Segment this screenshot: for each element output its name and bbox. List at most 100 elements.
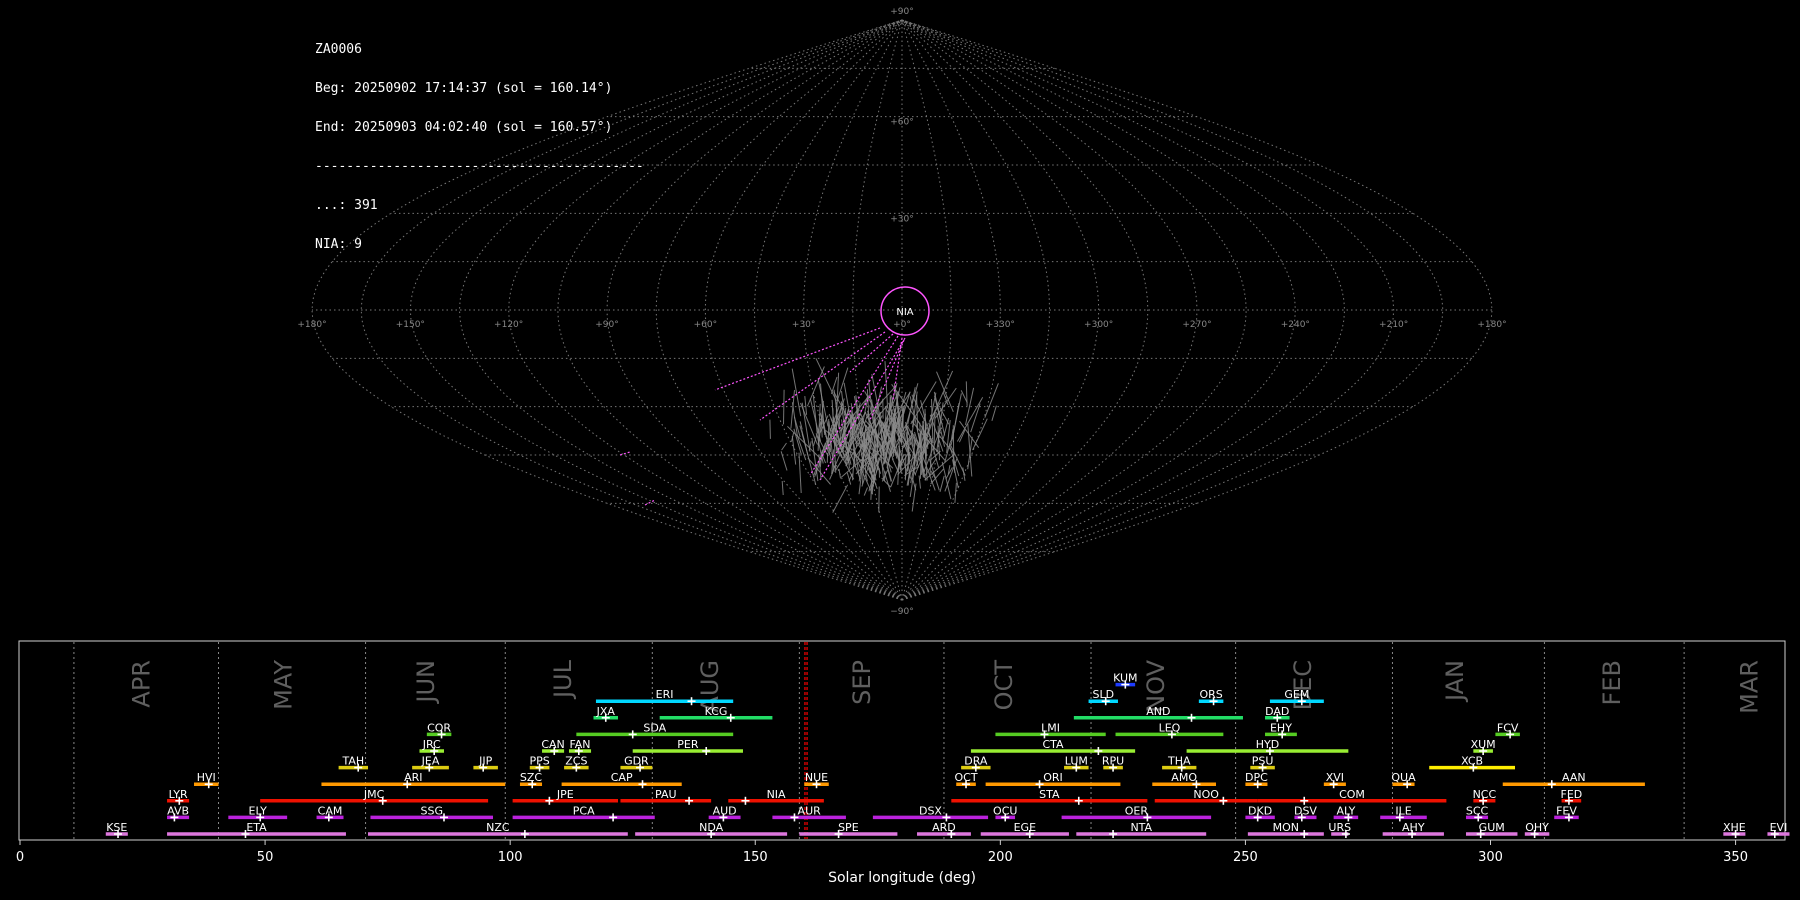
month-label: OCT (990, 660, 1018, 711)
shower-code-label: NTA (1130, 821, 1152, 834)
lon-tick-label: +180° (297, 320, 326, 330)
shower-code-label: ARD (932, 821, 956, 834)
meteor-track (790, 390, 795, 429)
shower-gdr: GDR (620, 755, 653, 772)
shower-code-label: HVI (197, 771, 216, 784)
shower-ori: ORI (985, 771, 1121, 789)
x-tick-label: 100 (498, 850, 523, 865)
x-tick-label: 150 (743, 850, 768, 865)
meteor-tracks (769, 358, 999, 513)
shower-lmi: LMI (995, 721, 1106, 739)
shower-bars: KUM ERI SLD ORS GEM JXA KCG AND DAD COR SDA LMI LEQ E… (105, 672, 1790, 838)
shower-gum: GUM (1465, 821, 1518, 838)
shower-code-label: AMO (1171, 771, 1197, 784)
meteor-track (829, 471, 834, 480)
x-axis: 0 50 100 150 200 250 300 350 (16, 840, 1748, 865)
shower-ahy: AHY (1382, 821, 1444, 838)
meteor-track (781, 480, 784, 496)
shower-jmc: JMC (260, 788, 489, 805)
shower-sda: SDA (576, 721, 734, 739)
shower-code-label: OHY (1525, 821, 1549, 834)
lon-tick-label: +330° (986, 320, 1015, 330)
shower-and: AND (1073, 705, 1243, 722)
shower-code-label: CAP (611, 771, 633, 784)
shower-code-label: SSG (420, 804, 443, 817)
month-markers: APR MAY JUN JUL AUG SEP OCT NOV DEC JAN FEB MAR (73, 642, 1763, 839)
shower-nzc: NZC (368, 821, 628, 838)
shower-nue: NUE (804, 771, 829, 789)
shower-fed: FED (1561, 788, 1582, 805)
shower-leq: LEQ (1115, 721, 1224, 739)
lon-tick-label: +210° (1379, 320, 1408, 330)
shower-spe: SPE (799, 821, 898, 838)
shower-code-label: DSX (919, 804, 942, 817)
shower-code-label: THA (1167, 755, 1191, 768)
shower-code-label: XCB (1461, 755, 1483, 768)
shower-aud: AUD (708, 804, 741, 822)
shower-code-label: XUM (1471, 738, 1496, 751)
shower-code-label: LEQ (1159, 721, 1181, 734)
shower-code-label: STA (1039, 788, 1060, 801)
shower-noo: NOO (1154, 788, 1258, 805)
lon-tick-label: +270° (1182, 320, 1211, 330)
shower-code-label: PSU (1252, 755, 1274, 768)
shower-sld: SLD (1088, 688, 1118, 706)
shower-ors: ORS (1198, 688, 1224, 706)
shower-code-label: CAN (541, 738, 564, 751)
shower-code-label: SLD (1092, 688, 1114, 701)
shower-eta: ETA (167, 821, 346, 838)
meteor-track (939, 475, 945, 493)
meteor-track (863, 487, 868, 496)
shower-code-label: DAD (1265, 705, 1289, 718)
shower-code-label: AUD (713, 804, 737, 817)
shower-nta: NTA (1076, 821, 1207, 838)
lon-tick-label: +300° (1084, 320, 1113, 330)
meteor-track (769, 419, 771, 439)
shower-fan: FAN (568, 738, 592, 755)
shower-code-label: QUA (1391, 771, 1416, 784)
shower-cap: CAP (561, 771, 682, 789)
shower-psu: PSU (1250, 755, 1275, 772)
shower-code-label: FEV (1556, 804, 1577, 817)
shower-code-label: NZC (486, 821, 510, 834)
shower-cor: COR (426, 721, 451, 739)
shower-code-label: JMC (363, 788, 385, 801)
month-label: MAY (270, 660, 298, 710)
nia-radiant-label: NIA (896, 307, 913, 318)
meteor-track (951, 403, 960, 440)
lon-tick-label: +150° (396, 320, 425, 330)
shower-dad: DAD (1265, 705, 1290, 722)
shower-code-label: PCA (573, 804, 595, 817)
month-label: NOV (1142, 659, 1170, 712)
shower-code-label: CTA (1042, 738, 1064, 751)
shower-code-label: PAU (655, 788, 677, 801)
meteor-track (801, 433, 817, 485)
shower-aly: ALY (1333, 804, 1359, 822)
meridian-line (901, 19, 1149, 601)
meteor-track (781, 442, 787, 451)
shower-code-label: PPS (529, 755, 549, 768)
shower-code-label: DSV (1294, 804, 1317, 817)
shower-code-label: ARI (404, 771, 422, 784)
shower-ncc: NCC (1473, 788, 1496, 805)
shower-avb: AVB (167, 804, 190, 822)
shower-code-label: RPU (1102, 755, 1124, 768)
shower-cta: CTA (970, 738, 1136, 755)
shower-code-label: KCG (705, 705, 728, 718)
shower-code-label: ILE (1395, 804, 1411, 817)
shower-code-label: ERI (656, 688, 674, 701)
shower-jxa: JXA (593, 705, 619, 722)
month-label: AUG (696, 660, 724, 713)
shower-code-label: NDA (699, 821, 724, 834)
meridian-line (852, 19, 903, 601)
shower-dsv: DSV (1294, 804, 1317, 822)
shower-dkd: DKD (1245, 804, 1275, 822)
shower-scc: SCC (1466, 804, 1489, 822)
shower-ssg: SSG (370, 804, 494, 822)
shower-aan: AAN (1502, 771, 1645, 789)
shower-kcg: KCG (659, 705, 773, 722)
month-label: MAR (1735, 660, 1763, 714)
month-label: JUN (412, 660, 440, 705)
month-label: JAN (1441, 660, 1469, 703)
meteor-track (798, 452, 802, 494)
